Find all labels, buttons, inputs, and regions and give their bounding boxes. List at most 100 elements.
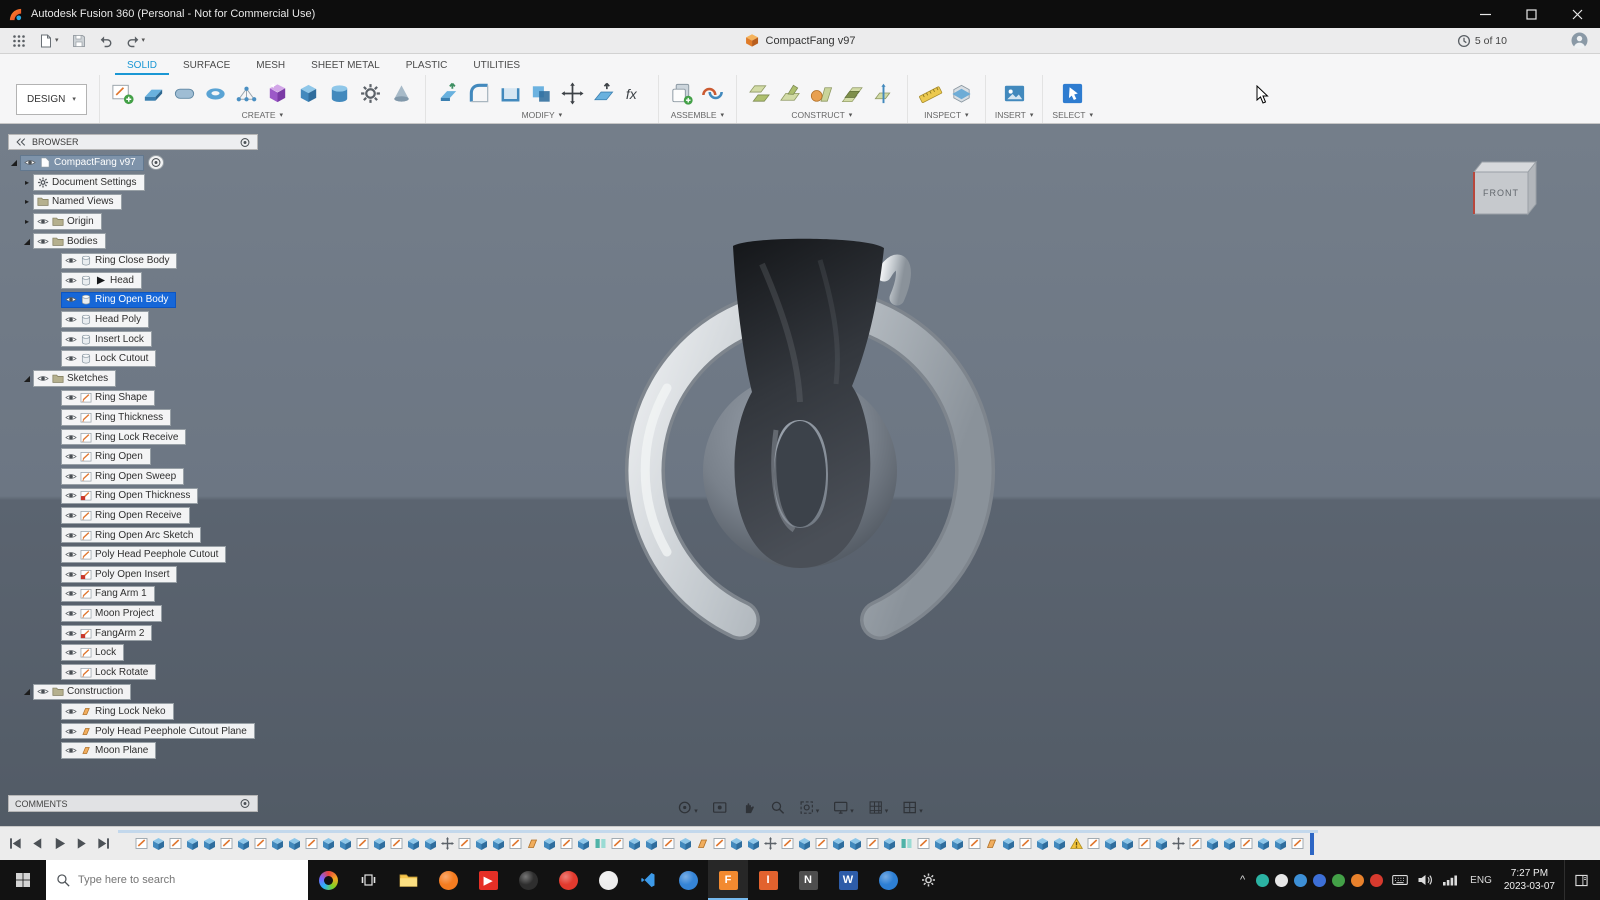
- pan-icon[interactable]: [741, 800, 756, 815]
- visibility-eye-icon[interactable]: [65, 745, 77, 756]
- go-to-start-button[interactable]: [8, 836, 23, 851]
- browser-item-pill[interactable]: Ring Shape: [61, 389, 156, 407]
- browser-item-pill[interactable]: Moon Plane: [61, 742, 157, 759]
- timeline-feature-4[interactable]: [186, 837, 199, 850]
- timeline-feature-24[interactable]: [526, 837, 539, 850]
- visibility-eye-icon[interactable]: [65, 471, 77, 482]
- timeline-feature-67[interactable]: [1257, 837, 1270, 850]
- search-input[interactable]: [78, 874, 298, 886]
- activate-component-radio[interactable]: [147, 155, 164, 171]
- timeline-feature-18[interactable]: [424, 837, 437, 850]
- timeline-feature-60[interactable]: [1138, 837, 1151, 850]
- expander-icon[interactable]: ◢: [21, 237, 33, 246]
- timeline-feature-63[interactable]: [1189, 837, 1202, 850]
- browser-item-pill[interactable]: Poly Open Insert: [61, 566, 178, 583]
- touch-keyboard-icon[interactable]: [1392, 874, 1408, 886]
- coil-tool-button[interactable]: [357, 79, 385, 107]
- step-forward-button[interactable]: [74, 836, 89, 851]
- timeline-feature-52[interactable]: [1002, 837, 1015, 850]
- timeline-feature-51[interactable]: [985, 837, 998, 850]
- app-icon-4[interactable]: N: [788, 860, 828, 900]
- timeline-feature-47[interactable]: [917, 837, 930, 850]
- timeline-feature-20[interactable]: [458, 837, 471, 850]
- visibility-eye-icon[interactable]: [65, 726, 77, 737]
- select-tool-button[interactable]: [1059, 79, 1087, 107]
- ribbon-tab-sheet-metal[interactable]: SHEET METAL: [299, 57, 392, 75]
- notification-center-icon[interactable]: [1564, 860, 1598, 900]
- timeline-feature-30[interactable]: [628, 837, 641, 850]
- timeline-feature-29[interactable]: [611, 837, 624, 850]
- timeline-feature-62[interactable]: [1172, 837, 1185, 850]
- visibility-eye-icon[interactable]: [37, 236, 49, 247]
- browser-item-pill[interactable]: Ring Open Body: [61, 291, 177, 309]
- document-tab[interactable]: CompactFang v97: [745, 33, 855, 48]
- grid-settings-icon[interactable]: ▾: [868, 800, 888, 815]
- comments-bar[interactable]: COMMENTS: [8, 795, 258, 812]
- visibility-eye-icon[interactable]: [37, 373, 49, 384]
- ribbon-group-label-select[interactable]: SELECT ▾: [1052, 110, 1093, 123]
- section-analysis-tool-button[interactable]: [948, 79, 976, 107]
- view-cube[interactable]: FRONT: [1466, 150, 1550, 226]
- visibility-eye-icon[interactable]: [65, 628, 77, 639]
- joint-tool-button[interactable]: [699, 79, 727, 107]
- root-component-pill[interactable]: CompactFang v97: [20, 154, 144, 172]
- timeline-feature-32[interactable]: [662, 837, 675, 850]
- timeline-feature-31[interactable]: [645, 837, 658, 850]
- edge-icon[interactable]: [668, 860, 708, 900]
- collapse-panel-icon[interactable]: [15, 137, 26, 147]
- visibility-eye-icon[interactable]: [65, 588, 77, 599]
- settings-icon[interactable]: [908, 860, 948, 900]
- timeline-feature-40[interactable]: [798, 837, 811, 850]
- timeline-feature-6[interactable]: [220, 837, 233, 850]
- visibility-eye-icon[interactable]: [65, 647, 77, 658]
- timeline-feature-66[interactable]: [1240, 837, 1253, 850]
- browser-item-pill[interactable]: Ring Open Sweep: [61, 468, 185, 485]
- file-explorer-icon[interactable]: [388, 860, 428, 900]
- browser-item-pill[interactable]: Named Views: [33, 193, 122, 211]
- timeline-feature-2[interactable]: [152, 837, 165, 850]
- visibility-eye-icon[interactable]: [65, 334, 77, 345]
- create-sketch-tool-button[interactable]: [109, 79, 137, 107]
- extrude-tool-button[interactable]: [140, 79, 168, 107]
- fillet-tool-button[interactable]: [466, 79, 494, 107]
- timeline-feature-12[interactable]: [322, 837, 335, 850]
- browser-item-pill[interactable]: Head Poly: [61, 311, 150, 328]
- sweep-tool-button[interactable]: [202, 79, 230, 107]
- ribbon-group-label-modify[interactable]: MODIFY ▾: [522, 110, 563, 123]
- ribbon-group-label-create[interactable]: CREATE ▾: [242, 110, 283, 123]
- combine-tool-button[interactable]: [528, 79, 556, 107]
- browser-item-pill[interactable]: Head: [61, 272, 142, 289]
- play-button[interactable]: [52, 836, 67, 851]
- timeline-feature-5[interactable]: [203, 837, 216, 850]
- ribbon-group-label-inspect[interactable]: INSPECT ▾: [924, 110, 968, 123]
- plane-at-angle-tool-button[interactable]: [777, 79, 805, 107]
- browser-item-pill[interactable]: Ring Open Thickness: [61, 487, 199, 505]
- timeline-feature-44[interactable]: [866, 837, 879, 850]
- browser-item-pill[interactable]: Ring Lock Neko: [61, 703, 174, 720]
- visibility-eye-icon[interactable]: [65, 569, 77, 580]
- browser-item-pill[interactable]: Lock: [61, 644, 125, 661]
- timeline-feature-48[interactable]: [934, 837, 947, 850]
- timeline-feature-55[interactable]: [1053, 837, 1066, 850]
- ribbon-tab-mesh[interactable]: MESH: [244, 57, 297, 75]
- visibility-eye-icon[interactable]: [65, 432, 77, 443]
- redo-button[interactable]: ▾: [126, 34, 145, 48]
- workspace-selector[interactable]: DESIGN ▾: [16, 83, 87, 115]
- visibility-eye-icon[interactable]: [65, 549, 77, 560]
- browser-item-pill[interactable]: Fang Arm 1: [61, 585, 155, 603]
- browser-item-pill[interactable]: Ring Open Receive: [61, 507, 190, 524]
- undo-button[interactable]: [99, 34, 113, 48]
- change-parameters-tool-button[interactable]: fx: [621, 79, 649, 107]
- visibility-eye-icon[interactable]: [65, 412, 77, 423]
- bluetooth-tray-icon[interactable]: [1313, 873, 1327, 887]
- timeline-feature-35[interactable]: [713, 837, 726, 850]
- move-copy-tool-button[interactable]: [559, 79, 587, 107]
- browser-header[interactable]: BROWSER: [8, 134, 258, 150]
- pattern-tool-button[interactable]: [233, 79, 261, 107]
- timeline-feature-19[interactable]: [441, 837, 454, 850]
- 3d-model-ring[interactable]: [625, 238, 995, 640]
- browser-item-pill[interactable]: Ring Close Body: [61, 252, 178, 270]
- timeline-feature-49[interactable]: [951, 837, 964, 850]
- orbit-icon[interactable]: ▾: [677, 800, 698, 815]
- timeline-feature-26[interactable]: [560, 837, 573, 850]
